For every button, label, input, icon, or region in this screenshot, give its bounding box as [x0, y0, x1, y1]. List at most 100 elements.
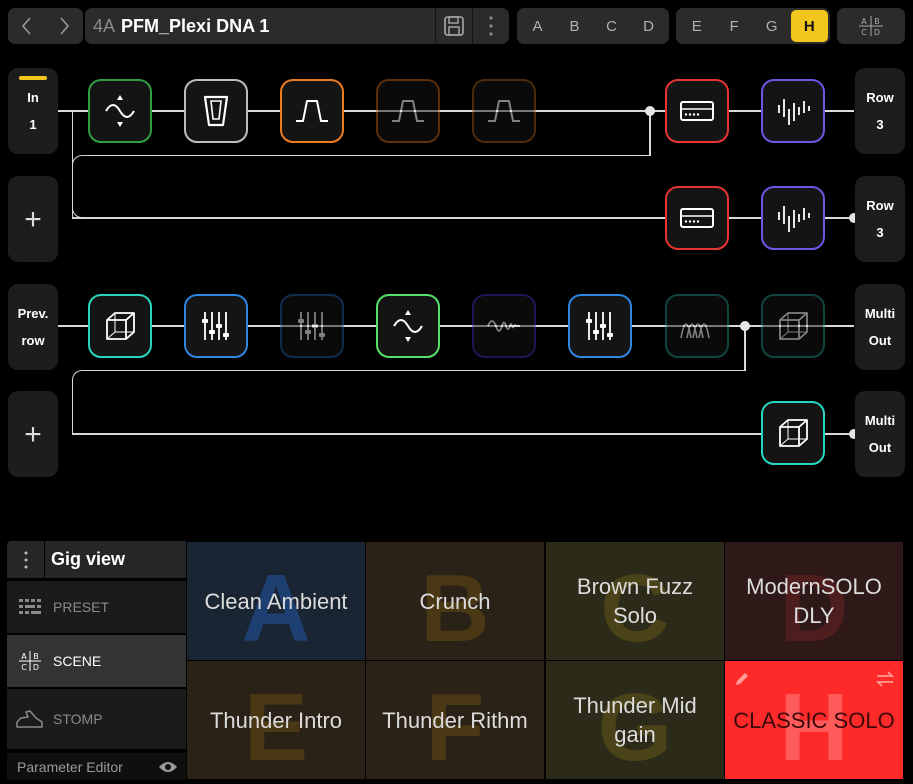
parameter-editor-label: Parameter Editor [17, 758, 123, 775]
input-level-bar [19, 76, 47, 80]
drive-icon [488, 100, 520, 122]
chevron-left-icon [21, 17, 31, 35]
scene-a-button[interactable]: A [519, 10, 556, 42]
reverb-icon [779, 312, 808, 340]
filter-block[interactable] [88, 79, 152, 143]
output-sub: Out [868, 333, 892, 348]
sidebar-item-scene[interactable]: A B C D SCENE [7, 635, 186, 687]
modulation-block[interactable] [665, 294, 729, 358]
gig-sidebar: Gig view PRESET A B C D SCENE STOMP Para… [7, 541, 186, 780]
split-point[interactable] [645, 106, 655, 116]
scene-tile-a[interactable]: A Clean Ambient [187, 542, 365, 660]
row1-output[interactable]: Row 3 [855, 68, 905, 154]
amp-icon [680, 208, 714, 228]
svg-text:B: B [874, 17, 880, 26]
drive-block[interactable] [376, 79, 440, 143]
svg-text:A: A [861, 17, 867, 26]
input-sub: row [21, 333, 45, 348]
add-row-button[interactable]: + [8, 176, 58, 262]
preset-selector[interactable]: 4A PFM_Plexi DNA 1 [85, 8, 509, 44]
scene-e-button[interactable]: E [678, 10, 716, 42]
sidebar-item-label: STOMP [53, 711, 103, 727]
scene-tile-g[interactable]: G Thunder Mid gain [546, 661, 724, 779]
wah-icon [203, 95, 229, 127]
eq-icon [298, 312, 325, 340]
eq-block[interactable] [280, 294, 344, 358]
parameter-editor-toggle[interactable]: Parameter Editor [7, 753, 186, 780]
reverb-block[interactable] [88, 294, 152, 358]
swap-arrows-icon[interactable] [875, 670, 895, 688]
gig-view-title: Gig view [51, 549, 126, 569]
filter-block[interactable] [376, 294, 440, 358]
scene-name: CLASSIC SOLO [733, 707, 895, 733]
preset-menu-button[interactable] [473, 8, 509, 44]
drive-icon [392, 100, 424, 122]
input-1[interactable]: In 1 [8, 68, 58, 154]
sidebar-item-label: SCENE [53, 653, 102, 669]
save-icon [444, 16, 464, 36]
drive-icon [296, 100, 328, 122]
sidebar-item-label: PRESET [53, 599, 110, 615]
plus-icon: + [24, 417, 42, 451]
drive-block[interactable] [280, 79, 344, 143]
next-preset-button[interactable] [46, 8, 84, 44]
chevron-right-icon [60, 17, 70, 35]
cab-block[interactable] [761, 186, 825, 250]
scene-tile-c[interactable]: C Brown Fuzz Solo [546, 542, 724, 660]
preset-navigation [8, 8, 83, 44]
svg-text:C: C [21, 663, 27, 672]
multi-output[interactable]: Multi Out [855, 284, 905, 370]
eq-icon [586, 312, 613, 340]
scene-h-button[interactable]: H [790, 10, 828, 42]
scene-g-button[interactable]: G [753, 10, 791, 42]
wah-block[interactable] [184, 79, 248, 143]
row2-output[interactable]: Row 3 [855, 176, 905, 262]
svg-text:B: B [33, 652, 39, 661]
cab-icon [778, 99, 810, 125]
scene-buttons-right: E F G H [676, 8, 830, 44]
scene-d-button[interactable]: D [630, 10, 667, 42]
pitch-icon [487, 320, 520, 332]
scene-tile-h[interactable]: H CLASSIC SOLO [725, 661, 903, 779]
scene-name: Crunch [419, 588, 491, 614]
drive-block[interactable] [472, 79, 536, 143]
eq-block[interactable] [568, 294, 632, 358]
reverb-block[interactable] [761, 294, 825, 358]
scene-tile-f[interactable]: F Thunder Rithm [366, 661, 544, 779]
scene-b-button[interactable]: B [556, 10, 593, 42]
add-row-button[interactable]: + [8, 391, 58, 477]
multi-output[interactable]: Multi Out [855, 391, 905, 477]
scene-f-button[interactable]: F [716, 10, 754, 42]
output-label: Multi [864, 413, 896, 428]
gig-menu-button[interactable] [7, 541, 45, 578]
svg-text:D: D [874, 28, 880, 37]
previous-row-input[interactable]: Prev. row [8, 284, 58, 370]
scene-tile-e[interactable]: E Thunder Intro [187, 661, 365, 779]
input-label: Prev. [17, 306, 49, 321]
filter-icon [105, 95, 135, 127]
eq-block[interactable] [184, 294, 248, 358]
scene-c-button[interactable]: C [593, 10, 630, 42]
reverb-block[interactable] [761, 401, 825, 465]
pencil-icon[interactable] [733, 670, 751, 688]
cab-block[interactable] [761, 79, 825, 143]
stomp-pedal-icon [16, 710, 43, 728]
scene-name: Clean Ambient [204, 588, 348, 614]
reverb-icon [106, 312, 135, 340]
cab-icon [778, 206, 810, 232]
save-button[interactable] [436, 8, 472, 44]
preset-list-icon [19, 599, 41, 614]
scene-view-button[interactable]: A B C D [837, 8, 905, 44]
split-point[interactable] [740, 321, 750, 331]
amp-block[interactable] [665, 79, 729, 143]
more-vertical-icon [24, 551, 27, 568]
sidebar-item-stomp[interactable]: STOMP [7, 689, 186, 749]
eye-icon[interactable] [158, 760, 178, 774]
previous-preset-button[interactable] [8, 8, 46, 44]
eq-icon [202, 312, 229, 340]
sidebar-item-preset[interactable]: PRESET [7, 581, 186, 633]
scene-tile-b[interactable]: B Crunch [366, 542, 544, 660]
pitch-block[interactable] [472, 294, 536, 358]
amp-block[interactable] [665, 186, 729, 250]
scene-tile-d[interactable]: D ModernSOLO DLY [725, 542, 903, 660]
